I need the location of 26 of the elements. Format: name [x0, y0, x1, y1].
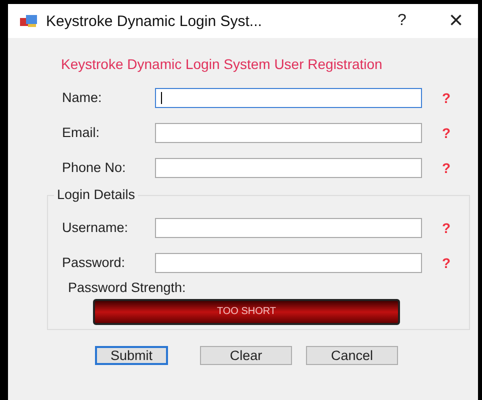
- strength-label: Password Strength:: [68, 280, 187, 295]
- app-icon: [20, 14, 38, 28]
- text-field[interactable]: [155, 252, 422, 272]
- close-button[interactable]: ×: [434, 6, 478, 36]
- text-field[interactable]: [155, 218, 422, 238]
- field-label: Password:: [62, 255, 126, 270]
- text-field[interactable]: [155, 88, 422, 108]
- required-mark: ?: [442, 124, 451, 140]
- field-label: Name:: [62, 90, 103, 105]
- dialog-button[interactable]: Cancel: [306, 346, 398, 365]
- group-legend: Login Details: [54, 187, 138, 202]
- dialog-button[interactable]: Submit: [95, 346, 168, 365]
- required-mark: ?: [442, 254, 451, 270]
- required-mark: ?: [442, 160, 451, 176]
- field-label: Email:: [62, 125, 101, 140]
- field-label: Username:: [62, 220, 130, 235]
- window-title: Keystroke Dynamic Login Syst...: [46, 12, 263, 30]
- strength-meter: TOO SHORT: [93, 299, 400, 325]
- dialog-button[interactable]: Clear: [200, 346, 292, 365]
- required-mark: ?: [442, 90, 451, 106]
- form-heading: Keystroke Dynamic Login System User Registration: [61, 56, 384, 72]
- help-button[interactable]: ?: [380, 6, 424, 36]
- field-label: Phone No:: [62, 160, 127, 175]
- text-field[interactable]: [155, 158, 422, 178]
- required-mark: ?: [442, 220, 451, 236]
- text-field[interactable]: [155, 122, 422, 142]
